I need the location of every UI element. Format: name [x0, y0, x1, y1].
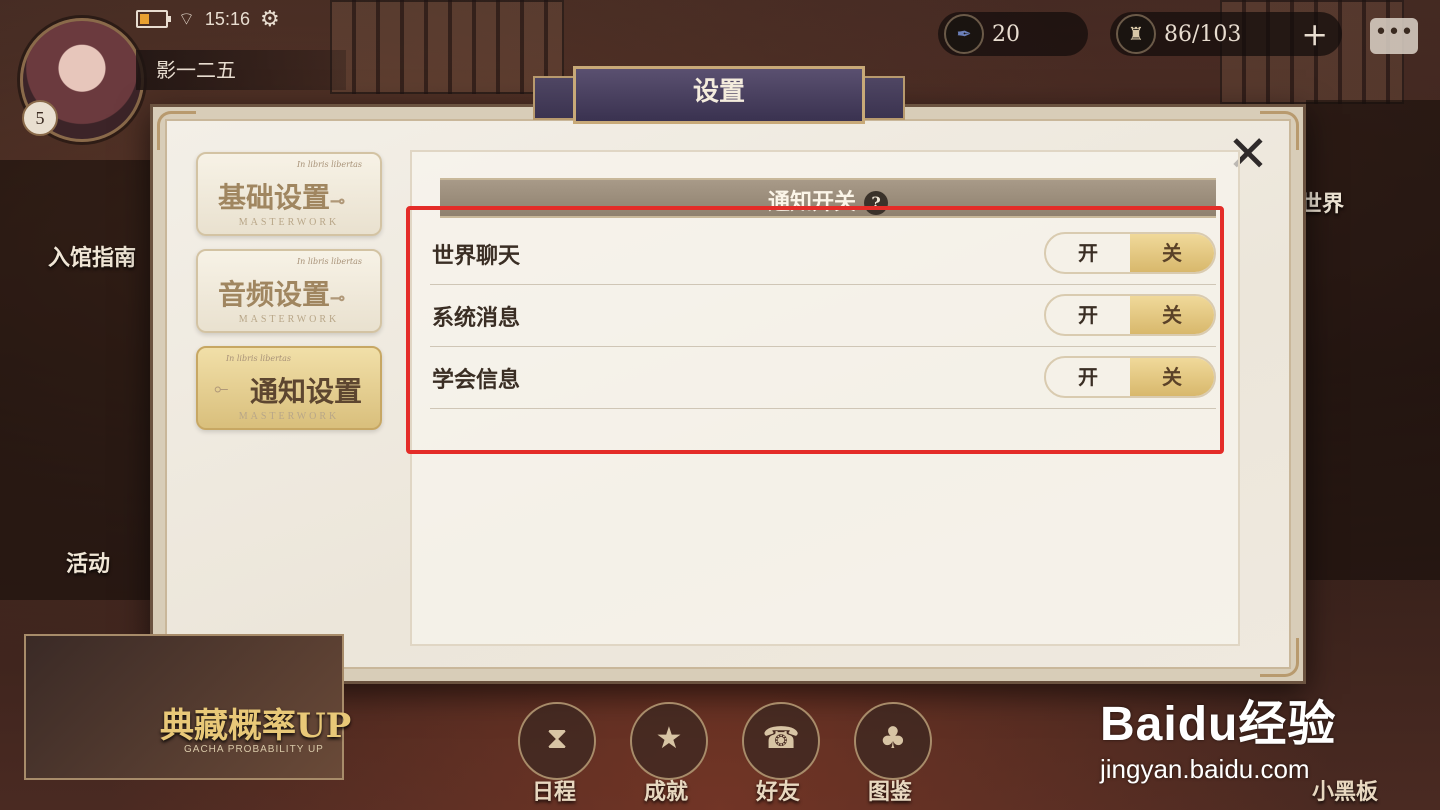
corner-ornament — [1260, 638, 1299, 677]
chat-bubble-icon: ••• — [1374, 20, 1414, 45]
tab-motto: In libris libertas — [296, 257, 362, 266]
nav-label-schedule: 日程 — [532, 779, 577, 805]
promo-subtitle: GACHA PROBABILITY UP — [184, 744, 324, 755]
player-level-badge: 5 — [22, 100, 58, 136]
tab-motto: In libris libertas — [296, 160, 362, 169]
chat-button[interactable]: ••• — [1370, 18, 1418, 54]
baidu-watermark: Baidu经验 jingyan.baidu.com — [1100, 684, 1336, 785]
tab-label: 音频设置⊸ — [218, 278, 346, 311]
battery-icon — [136, 10, 171, 28]
currency-candle[interactable]: ♜ 86/103 + — [1110, 12, 1342, 56]
currency-quill-value: 20 — [992, 21, 1020, 47]
clock-time: 15:16 — [204, 8, 250, 29]
telephone-icon: ☎ — [762, 721, 800, 756]
tab-audio-settings[interactable]: In libris libertas 音频设置⊸ MASTERWORK — [196, 249, 382, 333]
schedule-button[interactable]: ⧗ — [518, 702, 596, 780]
guide-entry[interactable]: 入馆指南 — [48, 240, 136, 272]
codex-button[interactable]: ♣ — [854, 702, 932, 780]
tab-notification-settings[interactable]: In libris libertas ⟜ 通知设置 MASTERWORK — [196, 346, 382, 430]
add-currency-button[interactable]: + — [1301, 15, 1328, 53]
achievements-button[interactable]: ★ — [630, 702, 708, 780]
gear-icon[interactable]: ⚙ — [260, 6, 280, 32]
nav-label-friends: 好友 — [756, 779, 801, 805]
tab-label: 通知设置 — [250, 375, 363, 408]
corner-ornament — [157, 111, 196, 150]
watermark-brand: Baidu经验 — [1100, 698, 1337, 751]
tab-motto: In libris libertas — [226, 354, 292, 363]
dialog-title: 设置 — [573, 66, 865, 124]
highlight-box — [406, 206, 1224, 454]
nav-label-codex: 图鉴 — [868, 779, 913, 805]
wifi-icon: ⌔ — [178, 8, 195, 29]
watermark-url: jingyan.baidu.com — [1100, 754, 1310, 784]
currency-quill[interactable]: ✒ 20 — [938, 12, 1088, 56]
dialog-title-banner: 设置 — [533, 66, 905, 130]
tab-footer: MASTERWORK — [238, 314, 340, 325]
star-emblem-icon: ★ — [655, 721, 683, 756]
tab-label: 基础设置⊸ — [218, 181, 346, 214]
world-entry[interactable]: 世界 — [1300, 186, 1344, 218]
player-name: 影一二五 — [136, 50, 346, 90]
activity-entry[interactable]: 活动 — [66, 546, 110, 578]
flourish-icon: ⟜ — [214, 378, 229, 399]
promo-title: 典藏概率UP — [160, 706, 352, 746]
tab-footer: MASTERWORK — [238, 411, 340, 422]
nav-label-achievements: 成就 — [644, 779, 689, 805]
flourish-icon: ⊸ — [330, 191, 346, 212]
currency-candle-value: 86/103 — [1164, 21, 1242, 47]
tab-basic-settings[interactable]: In libris libertas 基础设置⊸ MASTERWORK — [196, 152, 382, 236]
status-bar: ⌔ 15:16 ⚙ — [136, 6, 280, 32]
hourglass-icon: ⧗ — [546, 721, 568, 756]
tab-footer: MASTERWORK — [238, 217, 340, 228]
feather-quill-icon: ✒ — [944, 14, 984, 54]
friends-button[interactable]: ☎ — [742, 702, 820, 780]
tree-icon: ♣ — [879, 721, 907, 756]
flourish-icon: ⊸ — [330, 288, 346, 309]
candle-icon: ♜ — [1116, 14, 1156, 54]
